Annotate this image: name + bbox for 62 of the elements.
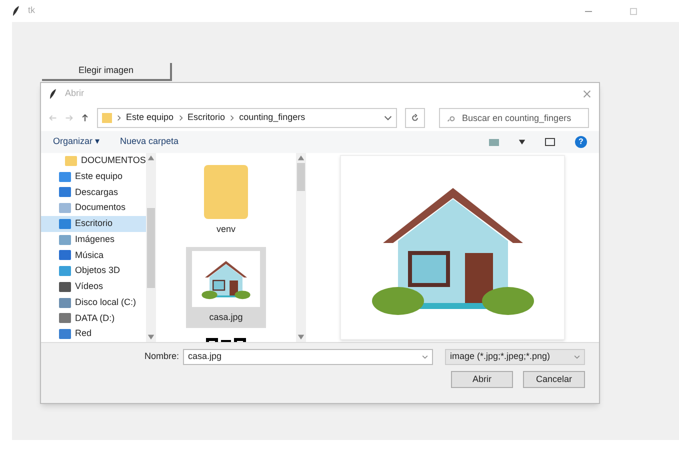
chevron-icon: [422, 354, 428, 360]
scroll-thumb[interactable]: [147, 208, 155, 288]
folder-icon: [204, 165, 248, 219]
scroll-down-icon[interactable]: [148, 334, 154, 340]
feather-icon: [49, 89, 57, 99]
filename-field[interactable]: casa.jpg: [183, 349, 433, 365]
choose-image-button[interactable]: Elegir imagen: [42, 63, 172, 81]
file-item[interactable]: casa.jpg: [186, 246, 266, 328]
nav-item[interactable]: Escritorio: [41, 216, 146, 232]
scrollbar[interactable]: [296, 153, 306, 342]
scroll-down-icon[interactable]: [298, 334, 304, 340]
scrollbar[interactable]: [146, 153, 156, 342]
breadcrumb-item[interactable]: Escritorio: [188, 111, 226, 125]
toolbar-button[interactable]: Nueva carpeta: [120, 135, 179, 149]
file-item[interactable]: venv: [186, 161, 266, 240]
filename-label: Nombre:: [144, 350, 179, 364]
folder-icon: [102, 113, 112, 123]
nav-item[interactable]: Imágenes: [41, 232, 146, 248]
address-bar[interactable]: Este equipo Escritorio counting_fingers: [97, 108, 397, 128]
up-arrow-icon[interactable]: [81, 114, 89, 122]
feather-icon: [12, 6, 20, 16]
chevron-icon[interactable]: [384, 114, 392, 122]
refresh-icon[interactable]: [411, 114, 419, 122]
file-name: casa.jpg: [209, 310, 243, 324]
folder-icon: [65, 156, 77, 166]
filetype-dropdown[interactable]: image (*.jpg;*.jpeg;*.png): [445, 349, 585, 365]
file-name: venv: [216, 223, 236, 236]
help-icon[interactable]: ?: [575, 136, 587, 148]
pane-icon[interactable]: [545, 138, 555, 146]
nav-item[interactable]: DATA (D:): [41, 310, 146, 326]
nav-item[interactable]: Red: [41, 326, 146, 342]
breadcrumb-item[interactable]: counting_fingers: [239, 111, 306, 125]
scroll-thumb[interactable]: [297, 163, 305, 191]
dialog-button[interactable]: Cancelar: [523, 371, 585, 388]
chevron-icon: [178, 115, 184, 121]
nav-item[interactable]: Objetos 3D: [41, 263, 146, 279]
toolbar-button[interactable]: Organizar ▾: [53, 135, 100, 149]
nav-item[interactable]: Documentos: [41, 200, 146, 216]
scroll-up-icon[interactable]: [298, 155, 304, 161]
chevron-icon: [116, 115, 122, 121]
dialog-button[interactable]: Abrir: [451, 371, 513, 388]
nav-item[interactable]: DOCUMENTOS: [41, 153, 146, 169]
close-icon[interactable]: [583, 90, 591, 98]
search-field[interactable]: Buscar en counting_fingers: [439, 108, 589, 128]
window-title: tk: [28, 4, 36, 18]
chevron-icon: [574, 354, 580, 360]
forward-arrow-icon[interactable]: [65, 114, 73, 122]
nav-item[interactable]: Música: [41, 248, 146, 264]
minimize-icon: [585, 10, 592, 12]
breadcrumb-item[interactable]: Este equipo: [126, 111, 174, 125]
nav-item[interactable]: Descargas: [41, 184, 146, 200]
chevron-icon: [229, 115, 236, 121]
caret-icon[interactable]: [519, 139, 525, 145]
maximize-icon: [630, 8, 637, 14]
back-arrow-icon[interactable]: [49, 114, 57, 122]
nav-item[interactable]: Disco local (C:): [41, 294, 146, 310]
search-icon: [447, 114, 455, 122]
scroll-up-icon[interactable]: [148, 155, 154, 161]
nav-item[interactable]: Vídeos: [41, 279, 146, 295]
nav-item[interactable]: Este equipo: [41, 168, 146, 184]
dialog-title: Abrir: [65, 87, 84, 100]
view-icon[interactable]: [489, 138, 499, 146]
